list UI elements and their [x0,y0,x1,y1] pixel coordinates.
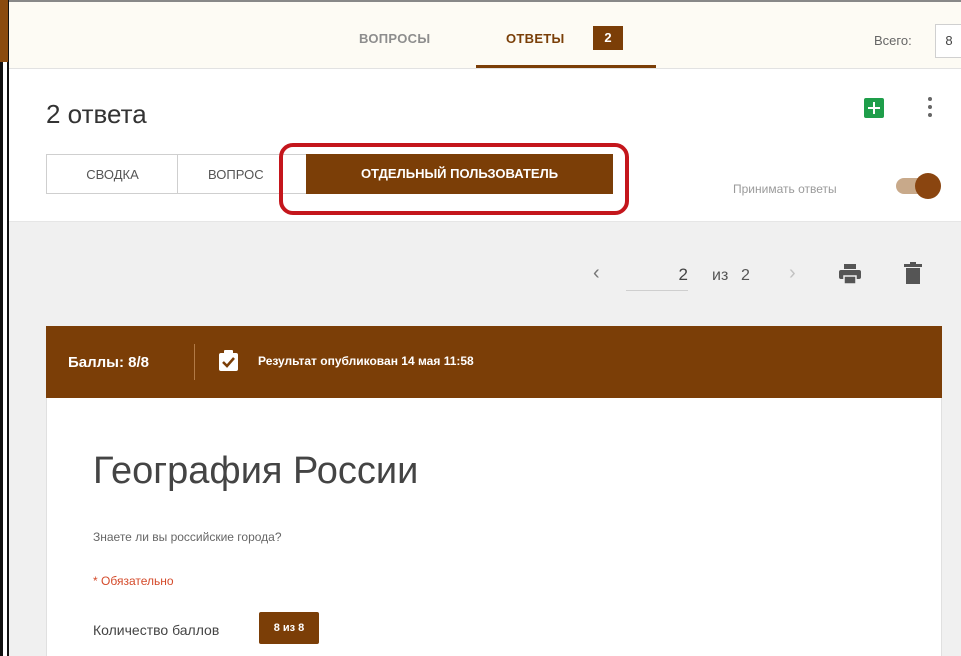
answers-count-badge: 2 [593,26,623,50]
page-of-label: из [712,267,729,284]
toggle-knob[interactable] [915,173,941,199]
total-points-label: Всего: [874,33,912,48]
checkbox-checked-icon [219,350,238,371]
content-area: ‹ 2 из 2 › Баллы: 8/8 Результат опублико… [9,222,961,656]
responses-header: 2 ответа СВОДКА ВОПРОС ОТДЕЛЬНЫЙ ПОЛЬЗОВ… [9,69,961,222]
active-tab-indicator [476,65,656,68]
form-description: Знаете ли вы российские города? [93,530,282,544]
page-total: 2 [741,267,750,284]
frame-accent [0,0,8,62]
top-tab-bar: ВОПРОСЫ ОТВЕТЫ 2 Всего: 8 [9,2,961,69]
score-text: Баллы: 8/8 [68,354,150,371]
highlight-annotation [279,143,629,215]
result-card-header: Баллы: 8/8 Результат опубликован 14 мая … [46,326,942,398]
tab-answers[interactable]: ОТВЕТЫ [506,31,565,46]
published-status: Результат опубликован 14 мая 11:58 [258,354,474,368]
header-divider [194,344,195,380]
sheets-icon[interactable] [864,98,884,118]
score-badge: 8 из 8 [259,612,319,644]
total-points-value: 8 [935,24,961,58]
print-icon[interactable] [839,264,861,284]
more-vert-icon[interactable] [927,97,933,119]
responses-title: 2 ответа [46,99,147,129]
trash-icon[interactable] [904,262,922,284]
segment-summary[interactable]: СВОДКА [46,154,178,194]
page-number-input[interactable]: 2 [626,260,688,291]
score-label: Количество баллов [93,622,220,638]
accept-responses-label: Принимать ответы [733,182,837,196]
frame-border-left [0,0,3,656]
result-card-body: География России Знаете ли вы российские… [46,398,942,656]
form-title: География России [93,450,419,492]
required-note: * Обязательно [93,574,174,588]
chevron-right-icon[interactable]: › [789,262,796,285]
chevron-left-icon[interactable]: ‹ [593,262,600,285]
tab-questions[interactable]: ВОПРОСЫ [359,31,430,46]
